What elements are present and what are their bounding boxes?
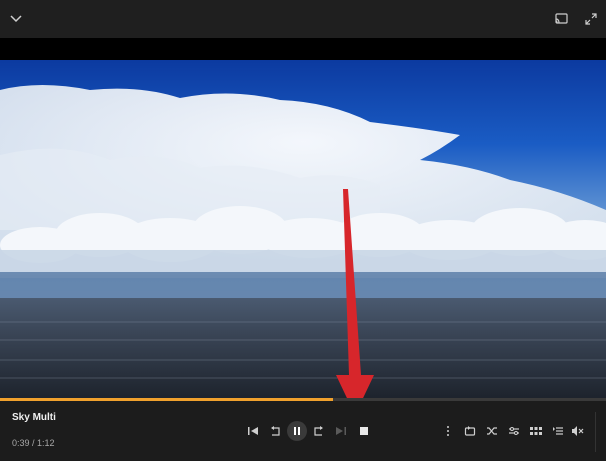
repeat-icon (464, 426, 476, 436)
playlist-icon (553, 427, 563, 435)
grid-icon (530, 427, 542, 435)
fast-forward-icon (314, 426, 323, 436)
mute-button[interactable] (568, 422, 586, 440)
player-controls-bar: Sky Multi 0:39 / 1:12 (0, 401, 606, 461)
more-icon (447, 426, 449, 436)
skip-previous-icon (248, 427, 258, 435)
cast-icon[interactable] (553, 11, 569, 27)
shuffle-icon (487, 427, 497, 435)
stop-button[interactable] (355, 422, 373, 440)
fullscreen-icon[interactable] (583, 11, 599, 27)
playlist-button[interactable] (549, 422, 567, 440)
repeat-button[interactable] (461, 422, 479, 440)
duration: 1:12 (37, 438, 55, 448)
equalizer-icon (509, 427, 519, 435)
current-time: 0:39 (12, 438, 30, 448)
time-readout: 0:39 / 1:12 (12, 438, 55, 448)
mute-icon (571, 426, 583, 436)
letterbox-band (0, 38, 606, 60)
pause-icon (294, 427, 300, 435)
time-separator: / (29, 438, 38, 448)
controls-divider (595, 412, 596, 452)
equalizer-button[interactable] (505, 422, 523, 440)
fast-forward-button[interactable] (310, 422, 328, 440)
pause-button[interactable] (287, 421, 307, 441)
video-frame[interactable] (0, 60, 606, 399)
skip-next-icon (336, 427, 346, 435)
track-title: Sky Multi (12, 412, 56, 423)
top-bar (0, 0, 606, 38)
shuffle-button[interactable] (483, 422, 501, 440)
skip-previous-button[interactable] (244, 422, 262, 440)
skip-next-button[interactable] (332, 422, 350, 440)
rewind-button[interactable] (266, 422, 284, 440)
stop-icon (360, 427, 368, 435)
grid-view-button[interactable] (527, 422, 545, 440)
rewind-icon (271, 426, 280, 436)
chevron-down-icon[interactable] (8, 11, 24, 27)
more-options-button[interactable] (439, 422, 457, 440)
annotation-arrow-icon (336, 189, 374, 415)
